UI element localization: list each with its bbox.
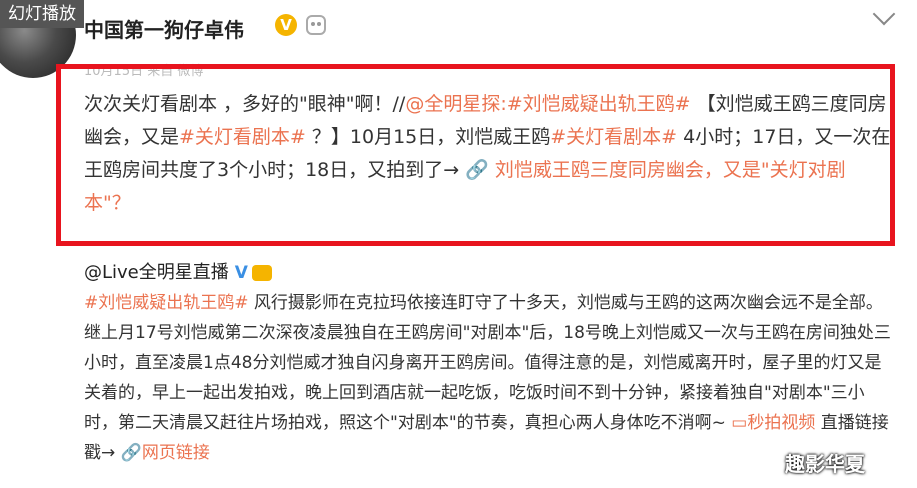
badge-icon bbox=[251, 265, 272, 281]
repost-block: @Live全明星直播 V #刘恺威疑出轨王鸥# 风行摄影师在克拉玛依接连盯守了十多… bbox=[84, 258, 892, 468]
video-link[interactable]: ▭秒拍视频 bbox=[731, 413, 815, 433]
text-span: ？】10月15日，刘恺威王鸥 bbox=[311, 126, 551, 148]
repost-author[interactable]: @Live全明星直播 bbox=[84, 262, 229, 283]
text-span: 次次关灯看剧本 ，多好的"眼神"啊！// bbox=[84, 93, 406, 115]
vip-badge: V bbox=[275, 14, 297, 36]
verified-icon: V bbox=[234, 263, 248, 283]
chevron-down-icon[interactable] bbox=[872, 2, 896, 26]
post-text: 次次关灯看剧本 ，多好的"眼神"啊！//@全明星探:#刘恺威疑出轨王鸥# 【刘恺… bbox=[84, 88, 892, 220]
hashtag-link[interactable]: #关灯看剧本# bbox=[179, 126, 306, 148]
text-span: 风行摄影师在克拉玛依接连盯守了十多天，刘恺威与王鸥的这两次幽会远不是全部。继上月… bbox=[84, 293, 891, 433]
hashtag-link[interactable]: #刘恺威疑出轨王鸥# bbox=[84, 293, 249, 313]
hashtag-link[interactable]: #刘恺威疑出轨王鸥# bbox=[507, 93, 691, 115]
hashtag-link[interactable]: #关灯看剧本# bbox=[550, 126, 677, 148]
author-name[interactable]: 中国第一狗仔卓伟 bbox=[84, 14, 244, 43]
web-link[interactable]: 🔗网页链接 bbox=[121, 443, 210, 463]
robot-icon bbox=[306, 15, 326, 35]
mention-link[interactable]: @全明星探 bbox=[405, 93, 500, 115]
slideshow-tag: 幻灯播放 bbox=[0, 0, 84, 28]
watermark: 趣影华夏 bbox=[785, 452, 865, 476]
